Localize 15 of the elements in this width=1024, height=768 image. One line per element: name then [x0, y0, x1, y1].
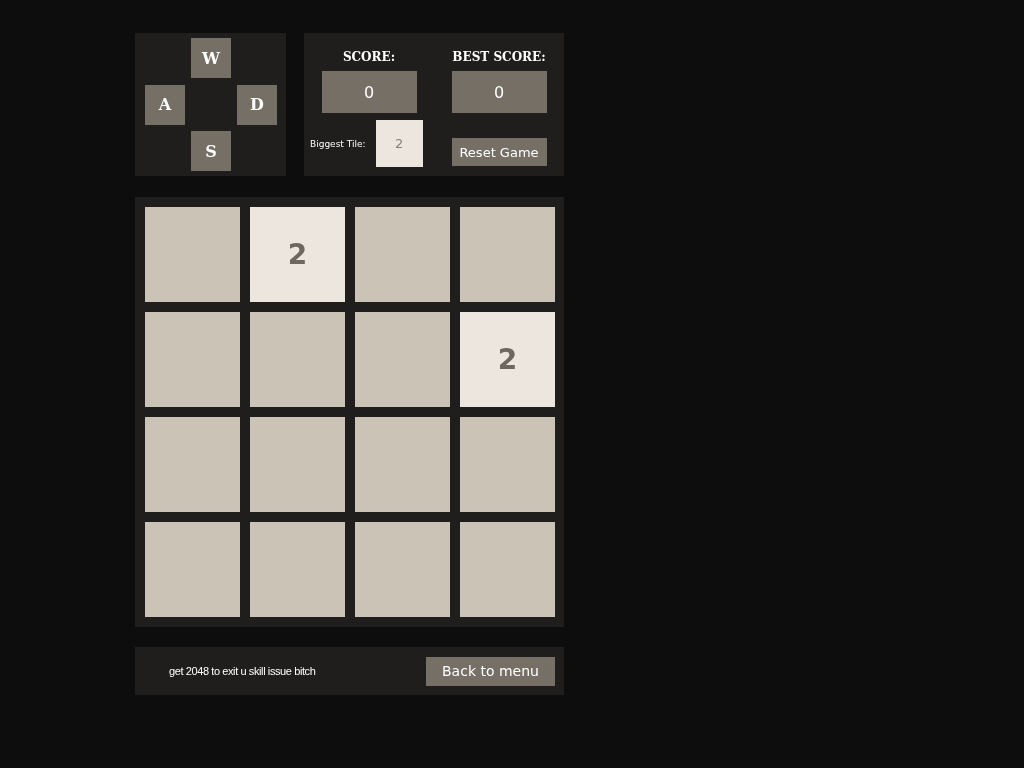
key-button[interactable]: S — [191, 131, 231, 171]
biggest-tile-value: 2 — [375, 120, 423, 167]
score-label: SCORE: — [342, 50, 396, 64]
biggest-tile-label: Biggest Tile: — [310, 139, 366, 149]
score-value: 0 — [321, 71, 417, 113]
number-tile: 2 — [460, 312, 555, 407]
key-button[interactable]: W — [191, 38, 231, 78]
best-score-value: 0 — [451, 71, 547, 113]
footer-message: get 2048 to exit u skill issue bitch — [169, 665, 316, 677]
key-button[interactable]: D — [237, 84, 277, 125]
best-score-label: BEST SCORE: — [452, 50, 546, 64]
number-tile: 2 — [250, 207, 345, 302]
reset-button[interactable]: Reset Game — [451, 138, 547, 166]
back-to-menu-button[interactable]: Back to menu — [426, 656, 555, 686]
key-button[interactable]: A — [145, 84, 185, 125]
